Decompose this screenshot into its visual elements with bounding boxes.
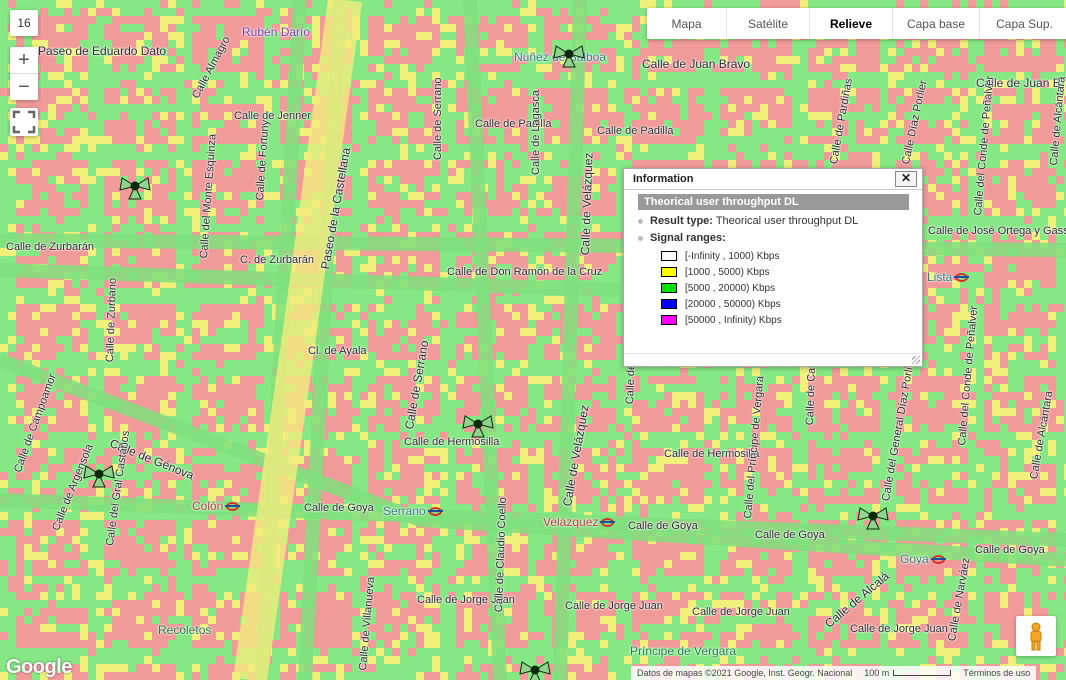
- street-label: Calle de Juan Bravo: [642, 57, 751, 71]
- layer-heading: Theorical user throughput DL: [638, 194, 909, 210]
- street-view-pegman-button[interactable]: [1016, 616, 1056, 656]
- station-label-velazquez: Velázquez: [543, 515, 616, 529]
- street-label: Calle de Zurbarán: [6, 241, 95, 253]
- fullscreen-button[interactable]: [10, 108, 38, 136]
- map-type-relieve-button[interactable]: Relieve: [810, 8, 893, 39]
- information-panel-header: Information ✕: [624, 169, 922, 190]
- pegman-icon: [1030, 622, 1042, 651]
- legend-swatch: [661, 283, 677, 294]
- station-label-colon: Colón: [192, 499, 241, 513]
- signal-ranges-row: Signal ranges:: [638, 232, 726, 244]
- information-panel-title: Information: [633, 173, 694, 185]
- street-label: Calle de Jorge Juan: [850, 623, 948, 635]
- resize-handle-icon[interactable]: [912, 356, 920, 364]
- legend-item: [-Infinity , 1000) Kbps: [661, 251, 780, 263]
- street-label: Calle de Goya: [975, 544, 1045, 556]
- street-label: Paseo de Eduardo Dato: [38, 44, 167, 58]
- map-type-capa-base-button[interactable]: Capa base: [893, 8, 980, 39]
- legend-item: [50000 , Infinity) Kbps: [661, 315, 782, 327]
- street-label: Cl. de Ayala: [308, 345, 367, 357]
- signal-ranges-label: Signal ranges:: [650, 232, 726, 244]
- fullscreen-icon: [12, 110, 36, 134]
- legend-item: [5000 , 20000) Kbps: [661, 283, 775, 295]
- scale-label[interactable]: 100 m: [864, 668, 889, 678]
- google-logo: Google: [6, 656, 72, 678]
- station-label-lista: Lista: [927, 270, 970, 284]
- antenna-site-icon[interactable]: [461, 410, 495, 440]
- legend-label: [50000 , Infinity) Kbps: [685, 315, 782, 326]
- map-type-mapa-button[interactable]: Mapa: [647, 8, 727, 39]
- map-type-satelite-button[interactable]: Satélite: [727, 8, 810, 39]
- street-label: Calle de Jenner: [234, 110, 312, 122]
- close-button[interactable]: ✕: [895, 171, 917, 187]
- station-label-recoletos: Recoletos: [158, 623, 212, 637]
- street-label: Calle de Lagasca: [530, 89, 542, 175]
- street-label: Calle de Padilla: [597, 125, 674, 137]
- bullet-icon: [638, 235, 643, 241]
- bullet-icon: [638, 218, 643, 224]
- antenna-site-icon[interactable]: [856, 502, 890, 532]
- street-label: Calle de Hermosilla: [664, 448, 760, 460]
- street-label: Calle de Goya: [755, 529, 825, 541]
- antenna-site-icon[interactable]: [118, 172, 152, 202]
- legend-item: [20000 , 50000) Kbps: [661, 299, 781, 311]
- street-label: C. de Zurbarán: [240, 254, 314, 266]
- legend-label: [20000 , 50000) Kbps: [685, 299, 781, 310]
- street-label: Calle de Don Ramón de la Cruz: [447, 266, 603, 278]
- zoom-out-button[interactable]: −: [10, 74, 38, 100]
- station-label-ruben-dario: Rubén Darío: [242, 25, 311, 39]
- street-label: Calle de Goya: [628, 520, 698, 532]
- antenna-site-icon[interactable]: [552, 40, 586, 70]
- legend-swatch: [661, 315, 677, 326]
- street-label: Calle de José Ortega y Gasset: [928, 225, 1066, 237]
- scale-bar: [893, 670, 952, 676]
- street-label: Calle de Serrano: [432, 77, 444, 160]
- information-panel: Information ✕ Theorical user throughput …: [623, 168, 923, 367]
- zoom-control: + −: [10, 47, 38, 100]
- result-type-label: Result type:: [650, 215, 713, 227]
- attribution-text[interactable]: Datos de mapas ©2021 Google, Inst. Geogr…: [637, 668, 852, 678]
- station-label-goya: Goya: [900, 552, 946, 566]
- legend-swatch: [661, 251, 677, 262]
- terms-link[interactable]: Términos de uso: [963, 668, 1030, 678]
- legend-label: [-Infinity , 1000) Kbps: [685, 251, 780, 262]
- street-label: Calle de Jorge Juan: [692, 606, 790, 618]
- zoom-level-badge: 16: [10, 10, 38, 36]
- map-type-capa-sup-button[interactable]: Capa Sup.: [980, 8, 1066, 39]
- street-label: Calle de Jorge Juan: [565, 600, 663, 612]
- map-type-control: Mapa Satélite Relieve Capa base Capa Sup…: [647, 8, 1066, 39]
- street-label: Calle de Goya: [304, 502, 374, 514]
- result-type-value: Theorical user throughput DL: [715, 215, 859, 227]
- legend-label: [5000 , 20000) Kbps: [685, 283, 776, 294]
- legend-swatch: [661, 299, 677, 310]
- legend-item: [1000 , 5000) Kbps: [661, 267, 770, 279]
- antenna-site-icon[interactable]: [82, 460, 116, 490]
- legend-label: [1000 , 5000) Kbps: [685, 267, 770, 278]
- legend-swatch: [661, 267, 677, 278]
- station-label-principe-vergara: Príncipe de Vergara: [630, 644, 737, 658]
- horizontal-scrollbar[interactable]: [624, 353, 922, 366]
- map-attribution: Datos de mapas ©2021 Google, Inst. Geogr…: [631, 666, 1037, 680]
- antenna-site-icon[interactable]: [518, 656, 552, 680]
- result-type-row: Result type: Theorical user throughput D…: [638, 215, 858, 227]
- zoom-in-button[interactable]: +: [10, 47, 38, 73]
- station-label-serrano: Serrano: [383, 504, 443, 518]
